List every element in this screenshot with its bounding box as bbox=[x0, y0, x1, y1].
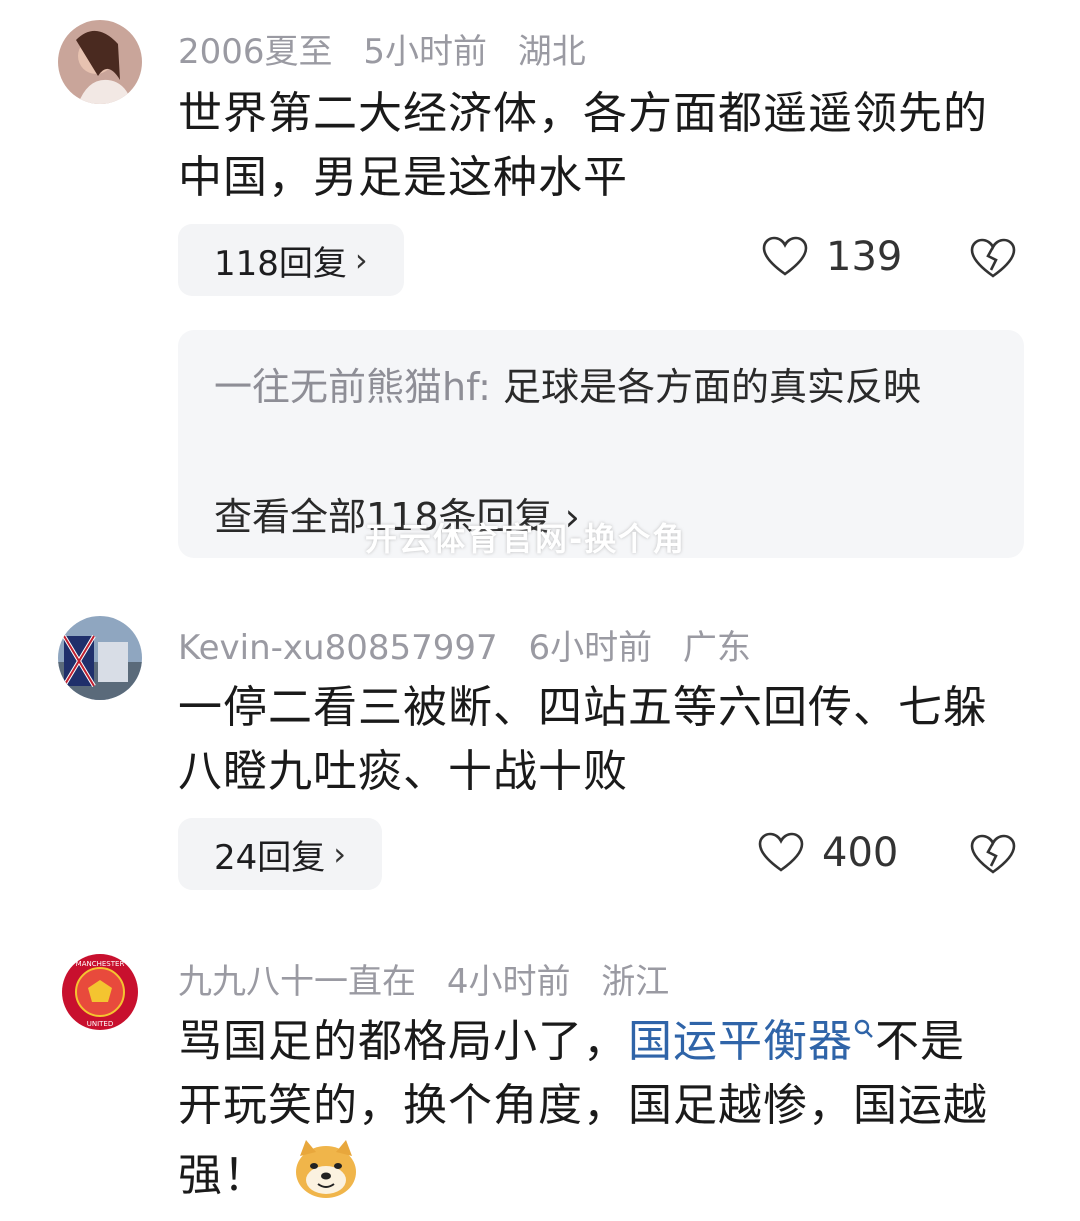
comment-text: 一停二看三被断、四站五等六回传、七躲八瞪九吐痰、十战十败 bbox=[178, 682, 988, 797]
heart-outline-icon bbox=[758, 832, 804, 872]
like-count: 400 bbox=[822, 830, 899, 876]
comment-text-before: 骂国足的都格局小了， bbox=[178, 1016, 628, 1067]
heart-outline-icon bbox=[762, 236, 808, 276]
sub-reply-username[interactable]: 一往无前熊猫hf: bbox=[214, 365, 491, 409]
replies-button[interactable]: 118回复 › bbox=[178, 224, 404, 296]
watermark: 开云体育官网-换个角 bbox=[365, 520, 687, 558]
sub-reply-text: 一往无前熊猫hf: 足球是各方面的真实反映 bbox=[214, 360, 984, 414]
username[interactable]: Kevin-xu80857997 bbox=[178, 628, 498, 668]
timestamp: 5小时前 bbox=[363, 32, 487, 72]
comment-meta: 2006夏至 5小时前 湖北 bbox=[178, 24, 606, 73]
username[interactable]: 2006夏至 bbox=[178, 32, 333, 72]
comment-meta: 九九八十一直在 4小时前 浙江 bbox=[178, 954, 689, 1003]
location: 浙江 bbox=[601, 962, 670, 1002]
like-button[interactable]: 139 bbox=[762, 234, 902, 280]
location: 湖北 bbox=[517, 32, 586, 72]
doge-emoji-icon bbox=[292, 1138, 360, 1218]
like-button[interactable]: 400 bbox=[758, 830, 898, 876]
timestamp: 4小时前 bbox=[446, 962, 571, 1002]
broken-heart-icon bbox=[970, 834, 1016, 874]
username[interactable]: 九九八十一直在 bbox=[178, 962, 416, 1002]
chevron-right-icon: › bbox=[333, 835, 347, 873]
chevron-right-icon: › bbox=[354, 241, 368, 279]
like-count: 139 bbox=[826, 234, 903, 280]
replies-button[interactable]: 24回复 › bbox=[178, 818, 383, 890]
avatar[interactable] bbox=[58, 616, 142, 700]
sub-reply-content: 足球是各方面的真实反映 bbox=[490, 365, 922, 409]
avatar[interactable]: MANCHESTER UNITED bbox=[58, 950, 142, 1034]
comment-meta: Kevin-xu80857997 6小时前 广东 bbox=[178, 620, 771, 669]
replies-label: 24回复 bbox=[214, 837, 326, 878]
broken-heart-icon bbox=[970, 238, 1016, 278]
timestamp: 6小时前 bbox=[528, 628, 653, 668]
dislike-button[interactable] bbox=[970, 834, 1016, 880]
svg-text:MANCHESTER: MANCHESTER bbox=[76, 960, 125, 968]
svg-text:UNITED: UNITED bbox=[87, 1020, 114, 1028]
comment-text: 世界第二大经济体，各方面都遥遥领先的中国，男足是这种水平 bbox=[178, 88, 988, 203]
avatar[interactable] bbox=[58, 20, 142, 104]
location: 广东 bbox=[682, 628, 751, 668]
search-icon bbox=[854, 1019, 873, 1038]
replies-label: 118回复 bbox=[214, 243, 347, 284]
dislike-button[interactable] bbox=[970, 238, 1016, 284]
comment-text: 骂国足的都格局小了，国运平衡器 不是开玩笑的，换个角度，国足越惨，国运越强！ bbox=[178, 1010, 1008, 1218]
topic-link[interactable]: 国运平衡器 bbox=[628, 1016, 853, 1067]
